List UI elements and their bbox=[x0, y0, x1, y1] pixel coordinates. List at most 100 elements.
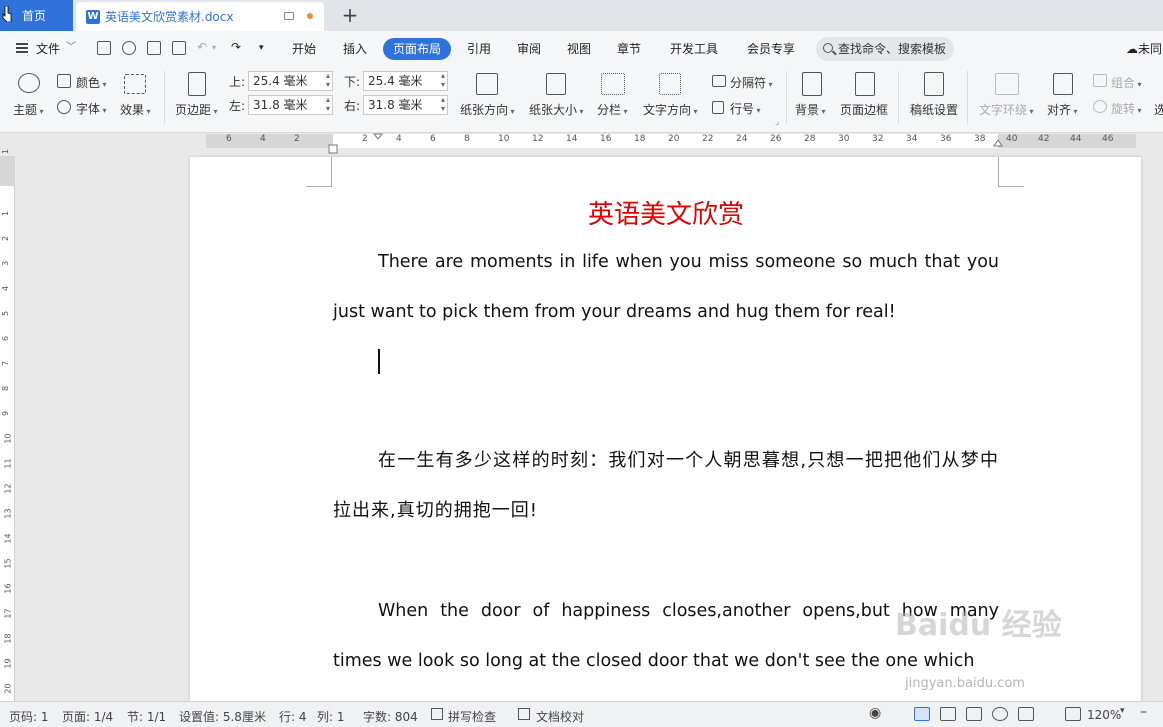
orientation-icon[interactable] bbox=[476, 73, 498, 95]
left-margin-input[interactable]: 31.8 毫米 bbox=[248, 95, 333, 115]
menu-page-layout[interactable]: 页面布局 bbox=[383, 38, 451, 60]
text-direction-icon[interactable] bbox=[659, 73, 681, 95]
status-page-number[interactable]: 页码: 1 bbox=[9, 708, 49, 725]
margins-icon[interactable] bbox=[188, 72, 206, 96]
ruler-tick-label: 26 bbox=[770, 134, 782, 144]
menu-references[interactable]: 引用 bbox=[467, 40, 491, 57]
effects-button[interactable]: 效果 ▾ bbox=[120, 101, 151, 118]
cloud-sync-status[interactable]: ☁未同 bbox=[1126, 40, 1162, 57]
monitor-icon[interactable] bbox=[284, 12, 294, 20]
colors-button[interactable]: 颜色 ▾ bbox=[76, 74, 107, 91]
chevron-down-icon[interactable]: ﹀ bbox=[66, 38, 76, 53]
columns-button[interactable]: 分栏 ▾ bbox=[597, 101, 628, 118]
tab-document[interactable]: W 英语美文欣赏素材.docx bbox=[76, 2, 324, 31]
undo-icon[interactable]: ↶ bbox=[197, 40, 207, 54]
select-button[interactable]: 选 bbox=[1154, 101, 1163, 118]
menu-section[interactable]: 章节 bbox=[617, 40, 641, 57]
undo-dropdown-icon[interactable]: ▾ bbox=[212, 43, 216, 52]
save-icon[interactable] bbox=[97, 41, 111, 55]
margins-button[interactable]: 页边距 ▾ bbox=[175, 101, 218, 118]
annotation-pen-icon[interactable] bbox=[1018, 707, 1034, 721]
format-painter-icon[interactable] bbox=[122, 41, 136, 55]
menu-review[interactable]: 审阅 bbox=[517, 40, 541, 57]
vertical-ruler-tick-label: 9 bbox=[1, 410, 11, 417]
paragraph-english-1[interactable]: There are moments in life when you miss … bbox=[333, 237, 999, 337]
status-section[interactable]: 节: 1/1 bbox=[127, 708, 166, 725]
menu-developer[interactable]: 开发工具 bbox=[670, 40, 718, 57]
menu-member[interactable]: 会员专享 bbox=[747, 40, 795, 57]
proofread-button[interactable]: 文档校对 bbox=[536, 708, 584, 725]
align-icon[interactable] bbox=[1053, 73, 1073, 95]
command-search[interactable]: 查找命令、搜索模板 bbox=[816, 37, 954, 61]
columns-icon[interactable] bbox=[601, 73, 625, 95]
menu-bar: 文件 ﹀ ↶ ▾ ↷ ▾ 开始 插入 页面布局 引用 审阅 视图 章节 开发工具… bbox=[0, 31, 1163, 65]
ruler-tick-label: 28 bbox=[804, 134, 816, 144]
web-view-icon[interactable] bbox=[992, 707, 1008, 721]
vertical-ruler-tick-label: 4 bbox=[1, 285, 11, 292]
print-preview-icon[interactable] bbox=[172, 41, 186, 55]
group-label: 组合 bbox=[1111, 76, 1136, 90]
first-line-indent-icon[interactable] bbox=[373, 133, 383, 141]
manuscript-button[interactable]: 稿纸设置 bbox=[910, 101, 958, 118]
text-cursor bbox=[378, 349, 380, 374]
spell-check-icon[interactable] bbox=[431, 708, 443, 720]
paper-size-button[interactable]: 纸张大小 ▾ bbox=[529, 101, 584, 118]
bottom-margin-input[interactable]: 25.4 毫米 bbox=[363, 71, 448, 91]
page-border-button[interactable]: 页面边框 bbox=[840, 101, 888, 118]
theme-button[interactable]: 主题 ▾ bbox=[13, 101, 44, 118]
theme-icon[interactable] bbox=[18, 73, 40, 93]
status-row[interactable]: 行: 4 bbox=[279, 708, 307, 725]
zoom-dropdown-icon[interactable]: ▾ bbox=[1120, 706, 1125, 716]
menu-file[interactable]: 文件 bbox=[36, 40, 60, 57]
spell-check-button[interactable]: 拼写检查 bbox=[448, 708, 496, 725]
proofread-icon[interactable] bbox=[518, 708, 530, 720]
effects-icon[interactable] bbox=[124, 74, 146, 94]
hand-cursor-icon bbox=[2, 6, 12, 22]
breaks-icon[interactable] bbox=[712, 75, 726, 87]
indent-marker-icon[interactable] bbox=[328, 144, 338, 154]
line-numbers-icon[interactable] bbox=[712, 101, 724, 114]
background-button[interactable]: 背景 ▾ bbox=[795, 101, 826, 118]
menu-start[interactable]: 开始 bbox=[292, 40, 316, 57]
font-icon[interactable] bbox=[57, 100, 71, 114]
status-word-count[interactable]: 字数: 804 bbox=[363, 708, 418, 725]
top-margin-input[interactable]: 25.4 毫米 bbox=[248, 71, 333, 91]
eye-protection-icon[interactable]: ◉ bbox=[869, 705, 881, 721]
hamburger-icon[interactable] bbox=[16, 43, 28, 53]
page-view-icon[interactable] bbox=[914, 707, 930, 721]
redo-icon[interactable]: ↷ bbox=[231, 40, 241, 54]
new-tab-button[interactable]: + bbox=[340, 4, 360, 26]
zoom-level[interactable]: 120% bbox=[1087, 708, 1121, 722]
fonts-button[interactable]: 字体 ▾ bbox=[76, 100, 107, 117]
right-indent-marker-icon[interactable] bbox=[993, 135, 1003, 147]
reading-view-icon[interactable] bbox=[966, 707, 982, 721]
baidu-watermark-url: jingyan.baidu.com bbox=[905, 676, 1025, 691]
right-margin-input[interactable]: 31.8 毫米 bbox=[363, 95, 448, 115]
zoom-out-icon[interactable]: – bbox=[1140, 704, 1147, 720]
background-icon[interactable] bbox=[802, 72, 822, 96]
menu-insert[interactable]: 插入 bbox=[343, 40, 367, 57]
outline-view-icon[interactable] bbox=[940, 707, 956, 721]
horizontal-ruler[interactable]: 6 4 2 2 4 6 8 10 12 14 16 18 20 22 24 26 28 30 32 34 36 38 40 4… bbox=[0, 133, 1163, 156]
document-title[interactable]: 英语美文欣赏 bbox=[333, 194, 999, 231]
status-setting-value[interactable]: 设置值: 5.8厘米 bbox=[179, 708, 266, 725]
status-column[interactable]: 列: 1 bbox=[317, 708, 345, 725]
tab-home[interactable]: 首页 bbox=[0, 0, 73, 31]
color-grid-icon[interactable] bbox=[57, 74, 71, 88]
manuscript-icon[interactable] bbox=[924, 72, 944, 96]
breaks-button[interactable]: 分隔符 ▾ bbox=[730, 74, 773, 91]
line-numbers-button[interactable]: 行号 ▾ bbox=[730, 100, 761, 117]
vertical-ruler[interactable]: 1 1 2 3 4 5 6 7 8 9 10 11 12 13 14 15 16 17 18 19 20 bbox=[0, 149, 15, 701]
dialog-launcher-icon[interactable]: ⌟ bbox=[775, 117, 779, 127]
align-button[interactable]: 对齐 ▾ bbox=[1047, 101, 1078, 118]
paper-size-icon[interactable] bbox=[546, 73, 566, 95]
fit-page-icon[interactable] bbox=[1065, 707, 1081, 721]
page-border-icon[interactable] bbox=[855, 72, 875, 96]
status-pages[interactable]: 页面: 1/4 bbox=[62, 708, 113, 725]
orientation-button[interactable]: 纸张方向 ▾ bbox=[460, 101, 515, 118]
menu-view[interactable]: 视图 bbox=[567, 40, 591, 57]
print-icon[interactable] bbox=[147, 41, 161, 55]
text-direction-button[interactable]: 文字方向 ▾ bbox=[643, 101, 698, 118]
paragraph-chinese-1[interactable]: 在一生有多少这样的时刻：我们对一个人朝思暮想,只想一把把他们从梦中拉出来,真切的… bbox=[333, 436, 999, 536]
quick-access-dropdown-icon[interactable]: ▾ bbox=[259, 43, 264, 53]
